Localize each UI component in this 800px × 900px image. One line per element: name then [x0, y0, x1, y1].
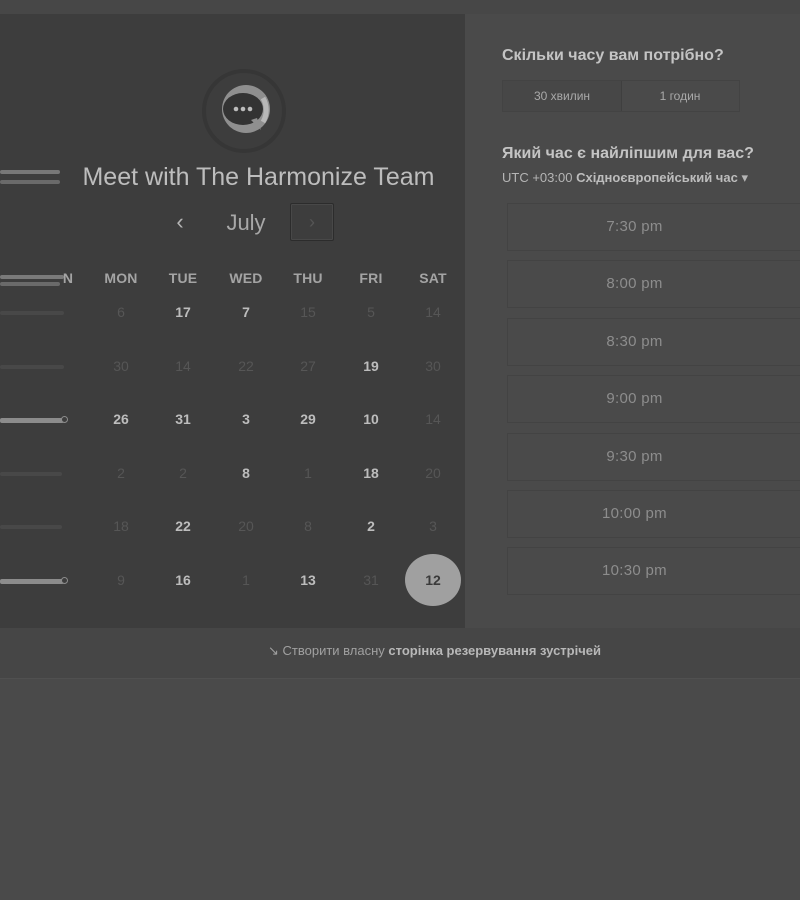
- calendar-day[interactable]: 16: [155, 554, 211, 606]
- calendar-day[interactable]: 29: [280, 393, 336, 445]
- top-bar: [0, 0, 800, 14]
- calendar-day[interactable]: 22: [155, 500, 211, 552]
- weekday-label: THU: [293, 270, 323, 286]
- calendar-day[interactable]: 8: [218, 447, 274, 499]
- sprocket-icon: ↘: [268, 643, 279, 658]
- placeholder-bar: [0, 168, 62, 186]
- time-slot-button[interactable]: 8:00 pm: [507, 260, 800, 309]
- meetings-chat-logo-icon: [202, 69, 286, 153]
- create-booking-page-link[interactable]: ↘ Створити власну сторінка резервування …: [268, 643, 601, 659]
- calendar-day: 14: [175, 357, 191, 374]
- time-question: Який час є найліпшим для вас?: [502, 145, 754, 162]
- calendar-day: 30: [425, 357, 441, 374]
- placeholder-bar: [0, 311, 64, 315]
- weekday-label: MON: [104, 270, 138, 286]
- calendar-day: 22: [238, 357, 254, 374]
- calendar-day[interactable]: 3: [218, 393, 274, 445]
- timezone-name: Східноєвропейський час: [576, 170, 738, 185]
- calendar-day: 9: [117, 571, 125, 588]
- calendar-day: 30: [113, 357, 129, 374]
- calendar-panel: Meet with The Harmonize Team ‹ July › N …: [0, 14, 465, 628]
- timezone-offset: UTC +03:00: [502, 170, 573, 185]
- calendar-day: 14: [425, 304, 441, 320]
- time-slot-button[interactable]: 9:30 pm: [507, 432, 800, 481]
- calendar-day[interactable]: 31: [155, 393, 211, 445]
- meeting-title: Meet with The Harmonize Team: [82, 163, 435, 191]
- calendar-day: 14: [425, 411, 441, 427]
- calendar-day[interactable]: 18: [343, 447, 399, 499]
- calendar-day-selected[interactable]: 12: [405, 553, 461, 606]
- placeholder-bar: [0, 576, 68, 584]
- previous-month-button[interactable]: ‹: [162, 202, 198, 242]
- calendar-grid: 6 17 7 15 5 14 30 14 22 27 19 30 26 31 3 29 10 14 2 2 8 1 18 20…: [0, 286, 465, 616]
- calendar-day: 8: [304, 518, 312, 534]
- footer-link-text: сторінка резервування зустрічей: [388, 643, 601, 658]
- booking-panel: Скільки часу вам потрібно? 30 хвилин 1 г…: [465, 14, 800, 628]
- duration-option-30-min[interactable]: 30 хвилин: [503, 81, 622, 111]
- weekday-label: TUE: [168, 270, 198, 286]
- placeholder-bar: [0, 364, 64, 369]
- chevron-down-icon: ▾: [741, 170, 748, 185]
- calendar-day: 20: [425, 464, 441, 481]
- duration-selector: 30 хвилин 1 годин: [502, 80, 740, 112]
- footer: ↘ Створити власну сторінка резервування …: [0, 628, 800, 679]
- time-slot-button[interactable]: 9:00 pm: [507, 375, 800, 424]
- calendar-day[interactable]: 17: [155, 286, 211, 338]
- calendar-day[interactable]: 7: [218, 286, 274, 338]
- weekday-label: FRI: [359, 270, 383, 286]
- weekday-label: WED: [229, 270, 263, 286]
- calendar-day[interactable]: 13: [280, 554, 336, 606]
- weekday-label: N: [62, 270, 74, 286]
- weekday-label: SAT: [419, 270, 447, 286]
- placeholder-bar: [0, 416, 68, 423]
- time-slot-button[interactable]: 8:30 pm: [507, 317, 800, 366]
- calendar-day[interactable]: 2: [343, 500, 399, 552]
- calendar-day: 1: [304, 464, 312, 481]
- time-slot-button[interactable]: 7:30 pm: [507, 203, 800, 251]
- calendar-day[interactable]: 10: [343, 393, 399, 445]
- next-month-button[interactable]: ›: [290, 203, 334, 241]
- duration-option-1-hour[interactable]: 1 годин: [621, 81, 739, 111]
- calendar-day[interactable]: 19: [343, 340, 399, 392]
- time-slot-button[interactable]: 10:30 pm: [507, 547, 800, 596]
- placeholder-bar: [0, 471, 62, 476]
- placeholder-bar: [0, 525, 62, 529]
- time-slot-button[interactable]: 10:00 pm: [507, 490, 800, 538]
- calendar-day: 1: [242, 571, 250, 588]
- calendar-day: 27: [300, 357, 316, 374]
- calendar-day[interactable]: 26: [93, 393, 149, 445]
- calendar-day: 6: [117, 304, 125, 320]
- calendar-day: 3: [429, 518, 437, 534]
- calendar-day: 5: [367, 304, 375, 320]
- calendar-day: 31: [363, 571, 379, 588]
- calendar-day: 15: [300, 304, 316, 320]
- duration-question: Скільки часу вам потрібно?: [502, 47, 724, 64]
- month-label: July: [226, 210, 266, 235]
- footer-text: Створити власну: [282, 643, 385, 658]
- timezone-selector[interactable]: UTC +03:00 Східноєвропейський час ▾: [502, 170, 748, 186]
- calendar-day: 20: [238, 518, 254, 534]
- month-navigation: ‹ July ›: [0, 202, 465, 244]
- calendar-day: 2: [179, 464, 187, 481]
- calendar-day: 2: [117, 464, 125, 481]
- calendar-day: 18: [113, 518, 129, 534]
